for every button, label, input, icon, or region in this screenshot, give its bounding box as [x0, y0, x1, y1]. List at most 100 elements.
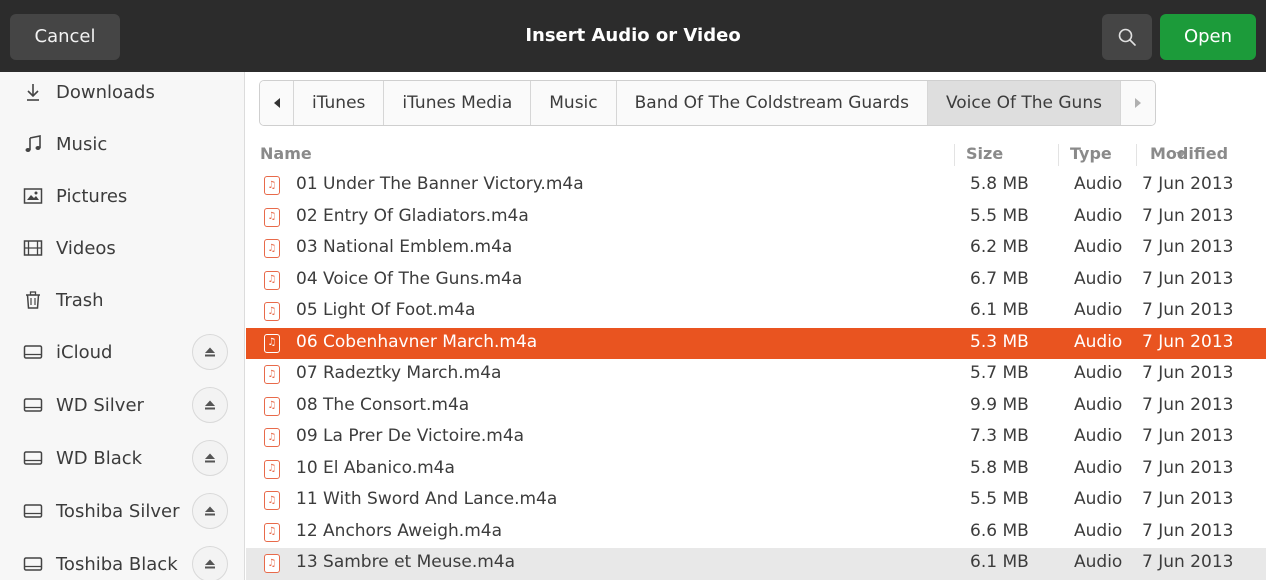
file-modified: 7 Jun 2013 — [1142, 331, 1234, 352]
sidebar-item-icloud[interactable]: iCloud — [0, 332, 245, 372]
download-icon — [22, 81, 44, 103]
column-header-size[interactable]: Size — [966, 144, 1003, 163]
file-name: 07 Radeztky March.m4a — [296, 363, 502, 383]
sidebar-item-label: Pictures — [56, 185, 128, 207]
eject-icon[interactable] — [192, 493, 228, 529]
audio-file-icon: ♫ — [264, 396, 280, 416]
audio-file-icon: ♫ — [264, 459, 280, 479]
column-divider — [1136, 144, 1137, 166]
file-row-hovered[interactable]: ♫ 13 Sambre et Meuse.m4a 6.1 MB Audio 7 … — [246, 548, 1266, 580]
drive-icon — [22, 341, 44, 363]
file-list: ♫ 01 Under The Banner Victory.m4a 5.8 MB… — [246, 170, 1266, 580]
file-modified: 7 Jun 2013 — [1142, 426, 1234, 446]
column-header-type[interactable]: Type — [1070, 144, 1112, 163]
audio-file-icon: ♫ — [264, 302, 280, 321]
file-modified: 7 Jun 2013 — [1142, 205, 1234, 226]
eject-icon[interactable] — [192, 440, 228, 476]
audio-file-icon: ♫ — [264, 207, 280, 227]
file-modified: 7 Jun 2013 — [1142, 237, 1234, 257]
file-size: 5.5 MB — [970, 205, 1029, 226]
drive-icon — [22, 394, 44, 416]
path-crumb-current[interactable]: Voice Of The Guns — [927, 81, 1121, 125]
sidebar-item-label: iCloud — [56, 341, 113, 363]
eject-icon[interactable] — [192, 387, 228, 423]
audio-file-icon: ♫ — [264, 522, 280, 542]
sidebar-item-downloads[interactable]: Downloads — [0, 72, 245, 112]
sidebar-item-label: WD Black — [56, 447, 143, 469]
sidebar-item-toshiba-silver[interactable]: Toshiba Silver — [0, 491, 245, 531]
places-sidebar: Downloads Music Pictures Videos Trash iC… — [0, 72, 245, 580]
file-size: 6.1 MB — [970, 552, 1029, 572]
audio-file-icon: ♫ — [264, 365, 280, 384]
audio-file-icon: ♫ — [264, 239, 280, 258]
eject-icon[interactable] — [192, 546, 228, 580]
file-row-selected[interactable]: ♫ 06 Cobenhavner March.m4a 5.3 MB Audio … — [246, 327, 1266, 359]
sidebar-item-trash[interactable]: Trash — [0, 280, 245, 320]
path-crumb-itunes[interactable]: iTunes — [294, 81, 385, 125]
file-name: 11 With Sword And Lance.m4a — [296, 489, 558, 509]
file-type: Audio — [1074, 237, 1123, 257]
file-name: 08 The Consort.m4a — [296, 394, 470, 415]
file-name: 12 Anchors Aweigh.m4a — [296, 520, 503, 541]
path-crumb-music[interactable]: Music — [531, 81, 617, 125]
file-row[interactable]: ♫ 12 Anchors Aweigh.m4a 6.6 MB Audio 7 J… — [246, 517, 1266, 549]
audio-file-icon: ♫ — [264, 491, 280, 510]
file-row[interactable]: ♫ 05 Light Of Foot.m4a 6.1 MB Audio 7 Ju… — [246, 296, 1266, 328]
dialog-header: Cancel Insert Audio or Video Open — [0, 0, 1266, 72]
cancel-button[interactable]: Cancel — [10, 14, 120, 60]
file-size: 6.1 MB — [970, 300, 1029, 320]
column-divider — [954, 144, 955, 166]
path-scroll-right-button[interactable] — [1120, 81, 1155, 125]
sidebar-item-label: WD Silver — [56, 394, 144, 416]
file-size: 6.2 MB — [970, 237, 1029, 257]
audio-file-icon: ♫ — [264, 428, 280, 447]
sidebar-item-label: Music — [56, 133, 108, 155]
sidebar-item-wd-silver[interactable]: WD Silver — [0, 385, 245, 425]
file-row[interactable]: ♫ 03 National Emblem.m4a 6.2 MB Audio 7 … — [246, 233, 1266, 265]
file-modified: 7 Jun 2013 — [1142, 552, 1234, 572]
file-size: 6.6 MB — [970, 520, 1029, 541]
file-row[interactable]: ♫ 01 Under The Banner Victory.m4a 5.8 MB… — [246, 170, 1266, 202]
file-type: Audio — [1074, 268, 1123, 289]
open-button[interactable]: Open — [1160, 14, 1256, 60]
chevron-left-icon — [273, 98, 280, 108]
audio-file-icon: ♫ — [264, 554, 280, 573]
path-crumb-band[interactable]: Band Of The Coldstream Guards — [616, 81, 928, 125]
column-divider — [1058, 144, 1059, 166]
search-icon — [1118, 28, 1136, 46]
sidebar-item-videos[interactable]: Videos — [0, 228, 245, 268]
column-header-modified[interactable]: Modified — [1150, 144, 1228, 163]
file-name: 06 Cobenhavner March.m4a — [296, 331, 538, 352]
file-row[interactable]: ♫ 08 The Consort.m4a 9.9 MB Audio 7 Jun … — [246, 391, 1266, 423]
file-type: Audio — [1074, 174, 1123, 194]
file-row[interactable]: ♫ 04 Voice Of The Guns.m4a 6.7 MB Audio … — [246, 265, 1266, 297]
file-size: 6.7 MB — [970, 268, 1029, 289]
sidebar-item-pictures[interactable]: Pictures — [0, 176, 245, 216]
file-row[interactable]: ♫ 11 With Sword And Lance.m4a 5.5 MB Aud… — [246, 485, 1266, 517]
file-type: Audio — [1074, 457, 1123, 478]
file-row[interactable]: ♫ 02 Entry Of Gladiators.m4a 5.5 MB Audi… — [246, 202, 1266, 234]
sidebar-item-wd-black[interactable]: WD Black — [0, 438, 245, 478]
sidebar-item-toshiba-black[interactable]: Toshiba Black — [0, 544, 245, 580]
path-crumb-itunes-media[interactable]: iTunes Media — [384, 81, 532, 125]
file-name: 04 Voice Of The Guns.m4a — [296, 268, 523, 289]
file-row[interactable]: ♫ 07 Radeztky March.m4a 5.7 MB Audio 7 J… — [246, 359, 1266, 391]
trash-icon — [22, 289, 44, 311]
sidebar-item-label: Toshiba Silver — [56, 500, 180, 522]
drive-icon — [22, 500, 44, 522]
search-button[interactable] — [1102, 14, 1152, 60]
file-size: 5.5 MB — [970, 489, 1029, 509]
column-header-name[interactable]: Name — [260, 144, 312, 163]
file-modified: 7 Jun 2013 — [1142, 457, 1234, 478]
chevron-right-icon — [1134, 98, 1141, 108]
file-size: 5.3 MB — [970, 331, 1029, 352]
file-row[interactable]: ♫ 10 El Abanico.m4a 5.8 MB Audio 7 Jun 2… — [246, 454, 1266, 486]
file-name: 05 Light Of Foot.m4a — [296, 300, 476, 320]
audio-file-icon: ♫ — [264, 333, 280, 353]
eject-icon[interactable] — [192, 334, 228, 370]
sidebar-item-music[interactable]: Music — [0, 124, 245, 164]
file-type: Audio — [1074, 552, 1123, 572]
path-scroll-left-button[interactable] — [260, 81, 294, 125]
file-type: Audio — [1074, 489, 1123, 509]
file-row[interactable]: ♫ 09 La Prer De Victoire.m4a 7.3 MB Audi… — [246, 422, 1266, 454]
